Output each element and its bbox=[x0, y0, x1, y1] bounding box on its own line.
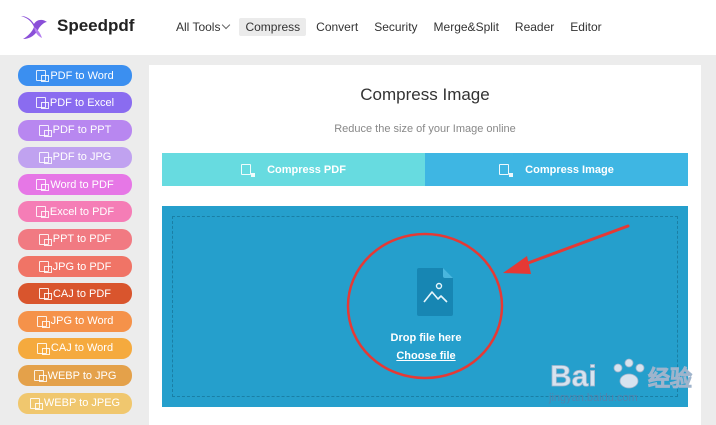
pdf-file-icon bbox=[241, 164, 256, 177]
brand-name[interactable]: Speedpdf bbox=[57, 16, 134, 36]
tab-compress-image-label: Compress Image bbox=[525, 163, 614, 176]
sidebar-item-pdf-to-excel[interactable]: PDF to Excel bbox=[18, 92, 132, 114]
sidebar-item-label: JPG to Word bbox=[50, 315, 114, 328]
watermark-url: jingyan.baidu.com bbox=[549, 392, 638, 404]
sidebar-item-jpg-to-pdf[interactable]: JPG to PDF bbox=[18, 256, 132, 278]
sidebar-item-label: Excel to PDF bbox=[49, 205, 115, 218]
nav-convert[interactable]: Convert bbox=[310, 18, 364, 36]
image-file-icon bbox=[499, 164, 514, 177]
file-convert-icon bbox=[36, 70, 50, 82]
file-convert-icon bbox=[38, 233, 52, 246]
sidebar-item-webp-to-jpeg[interactable]: WEBP to JPEG bbox=[18, 392, 132, 414]
file-convert-icon bbox=[38, 151, 52, 164]
sidebar-item-label: PDF to Word bbox=[50, 69, 114, 82]
sidebar-item-ppt-to-pdf[interactable]: PPT to PDF bbox=[18, 228, 132, 250]
sidebar-item-label: CAJ to PDF bbox=[52, 287, 112, 300]
speedpdf-logo-icon[interactable] bbox=[18, 12, 48, 42]
nav-editor[interactable]: Editor bbox=[564, 18, 607, 36]
sidebar-item-label: PDF to PPT bbox=[52, 124, 112, 137]
file-convert-icon bbox=[36, 179, 50, 192]
sidebar-item-word-to-pdf[interactable]: Word to PDF bbox=[18, 174, 132, 196]
file-convert-icon bbox=[36, 315, 50, 328]
main-nav: All Tools Compress Convert Security Merg… bbox=[170, 18, 612, 36]
sidebar-item-pdf-to-ppt[interactable]: PDF to PPT bbox=[18, 119, 132, 141]
tools-sidebar: PDF to Word PDF to Excel PDF to PPT PDF to … bbox=[18, 65, 132, 420]
file-convert-icon bbox=[38, 124, 52, 137]
sidebar-item-excel-to-pdf[interactable]: Excel to PDF bbox=[18, 201, 132, 223]
sidebar-item-caj-to-pdf[interactable]: CAJ to PDF bbox=[18, 283, 132, 305]
file-convert-icon bbox=[35, 206, 49, 219]
tab-compress-pdf[interactable]: Compress PDF bbox=[162, 153, 425, 186]
nav-merge-split[interactable]: Merge&Split bbox=[428, 18, 505, 36]
sidebar-item-label: JPG to PDF bbox=[52, 260, 112, 273]
sidebar-item-jpg-to-word[interactable]: JPG to Word bbox=[18, 310, 132, 332]
nav-compress[interactable]: Compress bbox=[239, 18, 307, 36]
nav-security[interactable]: Security bbox=[368, 18, 423, 36]
nav-all-tools-label: All Tools bbox=[176, 20, 221, 34]
tab-compress-pdf-label: Compress PDF bbox=[267, 163, 346, 176]
drop-file-text: Drop file here bbox=[390, 332, 462, 344]
sidebar-item-label: WEBP to JPEG bbox=[43, 397, 121, 410]
sidebar-item-webp-to-jpg[interactable]: WEBP to JPG bbox=[18, 365, 132, 387]
nav-all-tools[interactable]: All Tools bbox=[170, 18, 235, 36]
page-subtitle: Reduce the size of your Image online bbox=[334, 123, 516, 135]
file-convert-icon bbox=[33, 370, 47, 383]
sidebar-item-label: CAJ to Word bbox=[50, 342, 114, 355]
page-title: Compress Image bbox=[360, 85, 490, 104]
file-convert-icon bbox=[38, 261, 52, 274]
watermark-brand: Bai bbox=[550, 360, 597, 393]
image-upload-icon bbox=[417, 268, 453, 316]
sidebar-item-label: PDF to Excel bbox=[49, 96, 115, 109]
sidebar-item-label: Word to PDF bbox=[50, 178, 114, 191]
sidebar-item-label: PPT to PDF bbox=[52, 233, 112, 246]
tab-compress-image[interactable]: Compress Image bbox=[425, 153, 688, 186]
sidebar-item-label: WEBP to JPG bbox=[47, 369, 117, 382]
file-convert-icon bbox=[38, 288, 52, 301]
nav-reader[interactable]: Reader bbox=[509, 18, 560, 36]
sidebar-item-pdf-to-word[interactable]: PDF to Word bbox=[18, 65, 132, 86]
file-convert-icon bbox=[36, 342, 50, 355]
chevron-down-icon bbox=[222, 20, 231, 30]
file-convert-icon bbox=[29, 397, 43, 410]
sidebar-item-pdf-to-jpg[interactable]: PDF to JPG bbox=[18, 146, 132, 168]
sidebar-item-label: PDF to JPG bbox=[52, 151, 112, 164]
watermark-cn: 经验 bbox=[648, 366, 692, 392]
file-convert-icon bbox=[35, 97, 49, 110]
sidebar-item-caj-to-word[interactable]: CAJ to Word bbox=[18, 337, 132, 359]
top-header: Speedpdf All Tools Compress Convert Secu… bbox=[0, 0, 716, 55]
